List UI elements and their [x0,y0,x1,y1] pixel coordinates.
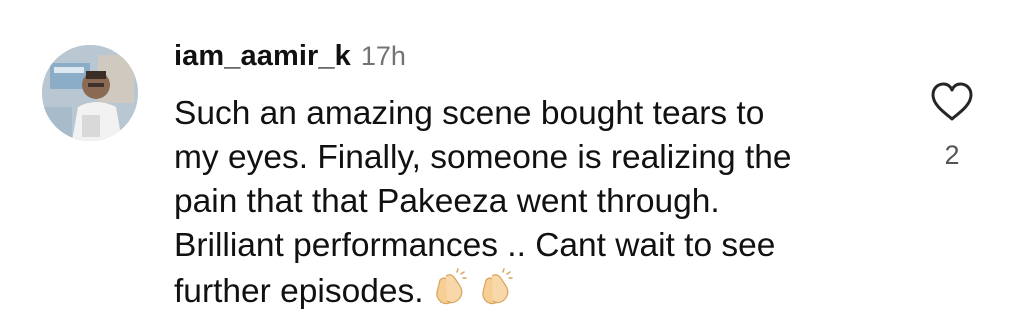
comment-text: Such an amazing scene bought tears to my… [174,92,894,314]
comment-line: my eyes. Finally, someone is realizing t… [174,139,792,176]
comment-header: iam_aamir_k 17h [174,40,406,80]
avatar[interactable] [42,45,138,141]
comment-line: further episodes. [174,273,424,310]
comment-item: iam_aamir_k 17h Such an amazing scene bo… [0,0,1024,320]
heart-outline-icon[interactable] [930,82,974,122]
comment-line: Such an amazing scene bought tears to [174,95,765,132]
comment-line: Brilliant performances .. Cant wait to s… [174,227,776,264]
like-count[interactable]: 2 [924,140,980,171]
username-link[interactable]: iam_aamir_k [174,40,351,73]
timestamp: 17h [360,41,406,71]
comment-line: pain that that Pakeeza went through. [174,183,720,220]
like-control: 2 [924,82,980,182]
clapping-hands-icon [476,268,516,308]
avatar-photo [42,45,138,141]
clapping-hands-icon [430,268,470,308]
